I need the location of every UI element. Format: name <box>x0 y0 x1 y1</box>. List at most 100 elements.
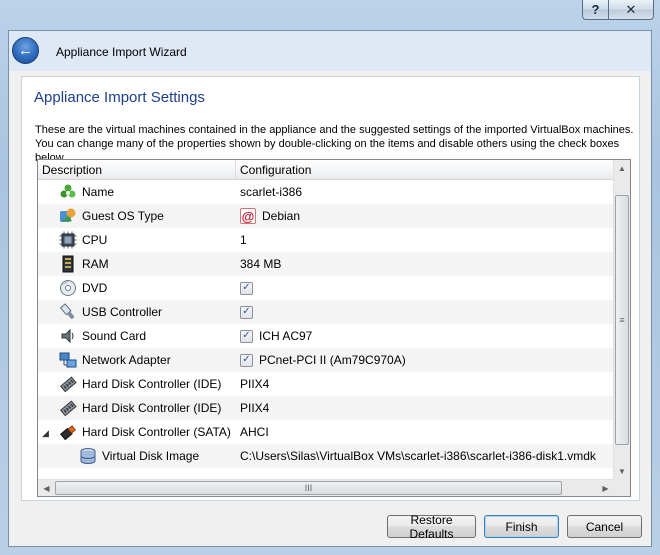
wizard-header: ← Appliance Import Wizard <box>9 31 651 71</box>
description-cell: Name <box>38 180 236 204</box>
vertical-scroll-thumb[interactable]: ≡ <box>615 195 629 445</box>
caption-buttons: ? ✕ <box>582 0 654 20</box>
virtual-disk-icon <box>79 447 97 465</box>
sound-card-icon <box>59 327 77 345</box>
row-value: AHCI <box>240 425 269 439</box>
configuration-cell[interactable]: ✓ PCnet-PCI II (Am79C970A) <box>236 348 626 372</box>
expand-arrow-icon[interactable]: ◢ <box>42 428 49 439</box>
ram-icon <box>59 255 77 273</box>
row-label: Virtual Disk Image <box>102 449 200 463</box>
horizontal-scrollbar[interactable]: ◀ III ▶ <box>38 479 614 496</box>
configuration-cell[interactable]: @ Debian <box>236 204 626 228</box>
description-cell: Guest OS Type <box>38 204 236 228</box>
configuration-cell[interactable]: ✓ <box>236 276 626 300</box>
enable-checkbox[interactable]: ✓ <box>240 281 253 295</box>
back-button[interactable]: ← <box>12 37 39 64</box>
dvd-icon <box>59 279 77 297</box>
row-value: C:\Users\Silas\VirtualBox VMs\scarlet-i3… <box>240 449 596 463</box>
description-cell: Network Adapter <box>38 348 236 372</box>
row-label: DVD <box>82 281 108 295</box>
window-frame: ? ✕ ← Appliance Import Wizard Appliance … <box>0 0 660 555</box>
row-label: Guest OS Type <box>82 209 164 223</box>
description-cell: RAM <box>38 252 236 276</box>
row-label: Sound Card <box>82 329 147 343</box>
debian-logo-icon: @ <box>240 208 256 224</box>
guest-os-icon <box>59 207 77 225</box>
column-header-description[interactable]: Description <box>38 160 236 180</box>
tree-row[interactable]: RAM 384 MB <box>38 252 626 276</box>
configuration-cell[interactable]: 1 <box>236 228 626 252</box>
help-button[interactable]: ? <box>582 0 609 20</box>
enable-checkbox[interactable]: ✓ <box>240 329 253 343</box>
restore-defaults-button[interactable]: Restore Defaults <box>387 513 476 541</box>
description-cell: ◢ Hard Disk Controller (SATA) <box>38 420 236 444</box>
configuration-cell[interactable]: scarlet-i386 <box>236 180 626 204</box>
tree-row[interactable]: DVD ✓ <box>38 276 626 300</box>
row-value: scarlet-i386 <box>240 185 303 199</box>
row-label: Network Adapter <box>82 353 171 367</box>
row-label: Name <box>82 185 115 199</box>
row-label: Hard Disk Controller (IDE) <box>82 377 222 391</box>
usb-icon <box>59 303 77 321</box>
network-adapter-icon <box>59 351 77 369</box>
scroll-right-arrow-icon[interactable]: ▶ <box>597 480 614 496</box>
tree-rows: Name scarlet-i386 Guest OS Type @ Debian CPU 1… <box>38 180 626 468</box>
configuration-cell[interactable]: PIIX4 <box>236 372 626 396</box>
tree-row[interactable]: Hard Disk Controller (IDE) PIIX4 <box>38 372 626 396</box>
tree-row[interactable]: USB Controller ✓ <box>38 300 626 324</box>
cpu-icon <box>59 231 77 249</box>
tree-row[interactable]: Name scarlet-i386 <box>38 180 626 204</box>
row-label: Hard Disk Controller (SATA) <box>82 425 231 439</box>
row-value: Debian <box>262 209 301 223</box>
vertical-scrollbar[interactable]: ▲ ≡ ▼ <box>613 160 630 480</box>
description-cell: Sound Card <box>38 324 236 348</box>
row-label: Hard Disk Controller (IDE) <box>82 401 222 415</box>
tree-row[interactable]: Sound Card ✓ ICH AC97 <box>38 324 626 348</box>
wizard-client-area: ← Appliance Import Wizard Appliance Impo… <box>8 30 652 547</box>
tree-row[interactable]: Guest OS Type @ Debian <box>38 204 626 228</box>
close-button[interactable]: ✕ <box>609 0 654 20</box>
description-cell: Virtual Disk Image <box>38 444 236 468</box>
configuration-cell[interactable]: C:\Users\Silas\VirtualBox VMs\scarlet-i3… <box>236 444 626 468</box>
row-value: ICH AC97 <box>259 329 313 343</box>
description-cell: USB Controller <box>38 300 236 324</box>
finish-button[interactable]: Finish <box>484 515 559 538</box>
settings-panel: Appliance Import Settings These are the … <box>21 76 640 501</box>
row-label: CPU <box>82 233 108 247</box>
ide-controller-icon <box>59 375 77 393</box>
configuration-cell[interactable]: AHCI <box>236 420 626 444</box>
section-title: Appliance Import Settings <box>34 89 205 106</box>
description-cell: DVD <box>38 276 236 300</box>
ide-controller-icon <box>59 399 77 417</box>
column-header-configuration[interactable]: Configuration <box>236 160 626 180</box>
description-cell: Hard Disk Controller (IDE) <box>38 396 236 420</box>
back-arrow-icon: ← <box>18 42 33 59</box>
row-label: USB Controller <box>82 305 163 319</box>
tree-row[interactable]: CPU 1 <box>38 228 626 252</box>
scroll-left-arrow-icon[interactable]: ◀ <box>38 480 55 496</box>
enable-checkbox[interactable]: ✓ <box>240 305 253 319</box>
row-value: PIIX4 <box>240 401 270 415</box>
configuration-cell[interactable]: ✓ <box>236 300 626 324</box>
description-cell: CPU <box>38 228 236 252</box>
grip-icon: ≡ <box>619 315 625 325</box>
description-cell: Hard Disk Controller (IDE) <box>38 372 236 396</box>
name-icon <box>59 183 77 201</box>
tree-row[interactable]: Network Adapter ✓ PCnet-PCI II (Am79C970A) <box>38 348 626 372</box>
configuration-cell[interactable]: ✓ ICH AC97 <box>236 324 626 348</box>
enable-checkbox[interactable]: ✓ <box>240 353 253 367</box>
wizard-title: Appliance Import Wizard <box>56 45 187 59</box>
scroll-corner <box>613 479 630 496</box>
configuration-cell[interactable]: PIIX4 <box>236 396 626 420</box>
appliance-settings-tree[interactable]: Description Configuration Name scarlet-i3… <box>37 159 631 497</box>
scroll-down-arrow-icon[interactable]: ▼ <box>614 463 630 480</box>
tree-row[interactable]: ◢ Hard Disk Controller (SATA) AHCI <box>38 420 626 444</box>
tree-row[interactable]: Virtual Disk Image C:\Users\Silas\Virtual… <box>38 444 626 468</box>
configuration-cell[interactable]: 384 MB <box>236 252 626 276</box>
cancel-button[interactable]: Cancel <box>567 515 642 538</box>
horizontal-scroll-thumb[interactable]: III <box>55 481 562 495</box>
grip-icon: III <box>304 483 313 493</box>
tree-row[interactable]: Hard Disk Controller (IDE) PIIX4 <box>38 396 626 420</box>
scroll-up-arrow-icon[interactable]: ▲ <box>614 160 630 177</box>
row-value: 384 MB <box>240 257 282 271</box>
